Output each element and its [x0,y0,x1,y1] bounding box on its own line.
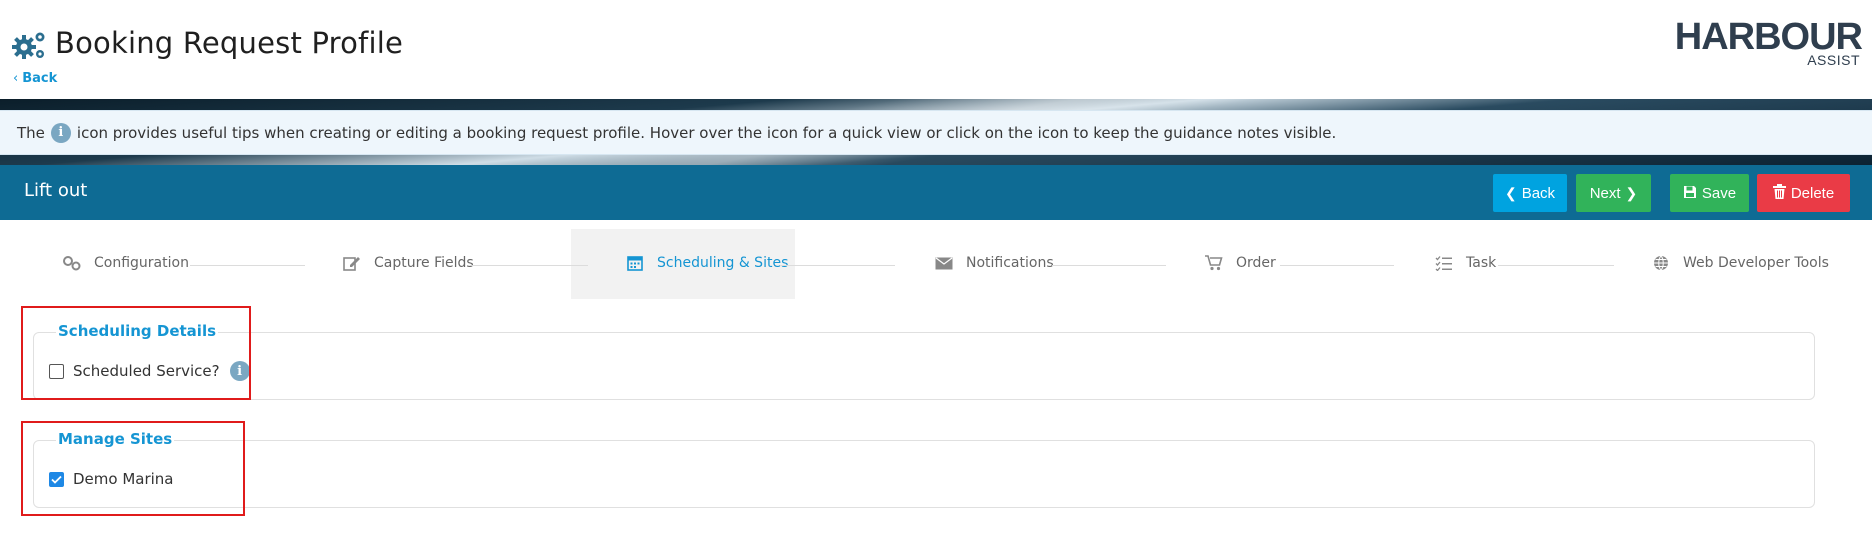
info-banner-text-before: The [17,123,45,142]
scheduling-details-fieldset [33,332,1815,400]
annotation-highlight-sites [21,421,245,516]
chevron-left-icon: ❮ [1504,184,1517,201]
edit-icon [342,254,362,272]
delete-button[interactable]: Delete [1757,174,1850,212]
envelope-icon [934,254,954,272]
back-button[interactable]: ❮ Back [1493,174,1567,212]
step-scheduling-sites[interactable]: Scheduling & Sites [625,254,788,272]
step-label: Configuration [94,255,189,271]
step-label: Scheduling & Sites [657,255,789,271]
step-task[interactable]: Task [1434,254,1496,272]
cogs-icon [12,32,45,59]
chevron-left-icon: ‹ [13,71,19,86]
chevron-right-icon: ❯ [1625,184,1638,201]
back-link-label: Back [22,71,58,86]
globe-icon [1651,254,1671,272]
step-notifications[interactable]: Notifications [934,254,1054,272]
step-separator [780,265,895,266]
next-button-label: Next [1589,184,1621,202]
save-button-label: Save [1701,184,1737,202]
info-icon: i [50,122,71,143]
step-label: Capture Fields [374,255,474,271]
step-separator [1280,265,1394,266]
wizard-steps: Configuration Capture Fields Scheduling … [0,229,1872,299]
page-header: Booking Request Profile ‹ Back HARBOUR AS… [0,0,1872,100]
save-button[interactable]: Save [1670,174,1749,212]
annotation-highlight-scheduling [21,306,251,400]
step-order[interactable]: Order [1204,254,1276,272]
trash-icon [1772,184,1786,202]
step-configuration[interactable]: Configuration [62,254,189,272]
info-banner-text-after: icon provides useful tips when creating … [76,123,1337,142]
step-web-developer-tools[interactable]: Web Developer Tools [1651,254,1829,272]
step-separator [190,265,305,266]
checklist-icon [1434,254,1454,272]
harbour-assist-logo: HARBOUR ASSIST [1675,16,1863,68]
step-separator [1052,265,1166,266]
step-label: Web Developer Tools [1683,255,1829,271]
step-label: Task [1466,255,1497,271]
cart-icon [1204,254,1224,272]
next-button[interactable]: Next ❯ [1576,174,1651,212]
manage-sites-fieldset [33,440,1815,508]
delete-button-label: Delete [1790,184,1835,202]
profile-name: Lift out [24,180,88,201]
calendar-icon [625,254,645,272]
step-label: Order [1236,255,1276,271]
back-link[interactable]: ‹ Back [13,71,57,86]
step-separator [470,265,588,266]
step-capture-fields[interactable]: Capture Fields [342,254,474,272]
logo-sub-text: ASSIST [1807,52,1860,68]
page-title: Booking Request Profile [55,26,404,60]
floppy-disk-icon [1683,185,1697,202]
step-separator [1498,265,1614,266]
cogs-icon [62,254,82,272]
back-button-label: Back [1521,184,1556,202]
step-label: Notifications [966,255,1054,271]
info-banner: The i icon provides useful tips when cre… [0,110,1872,155]
